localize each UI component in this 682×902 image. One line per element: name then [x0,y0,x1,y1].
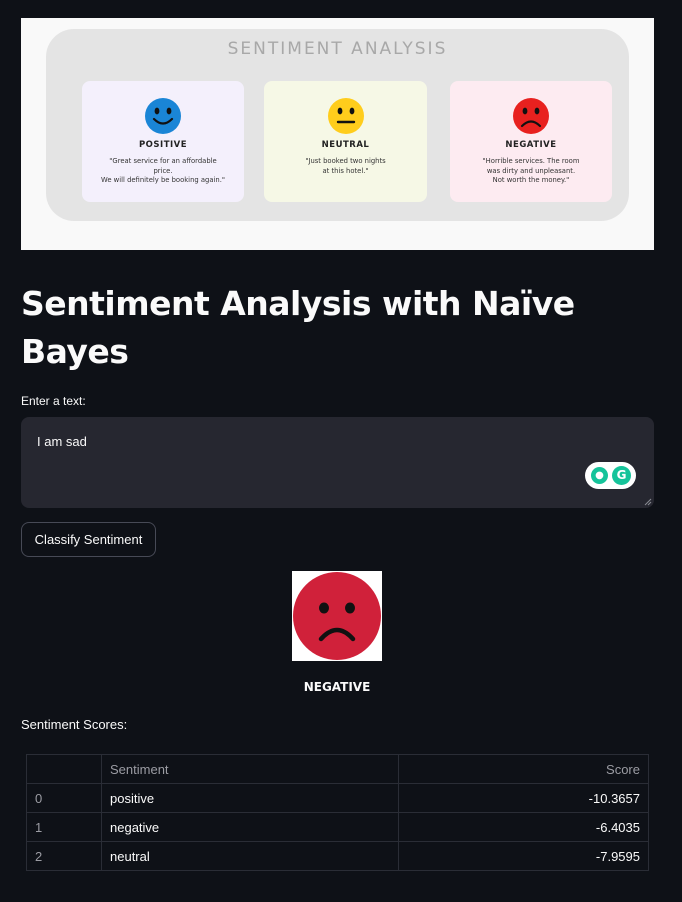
grammarly-logo-icon[interactable]: G [612,466,631,485]
score-column-header[interactable]: Score [398,754,649,784]
negative-card-quote: "Horrible services. The room was dirty a… [460,157,602,186]
quote-line: We will definitely be booking again." [101,176,225,184]
row-index[interactable]: 1 [26,812,102,842]
neutral-card-label: NEUTRAL [321,140,370,150]
row-score[interactable]: -10.3657 [398,783,649,813]
positive-card-quote: "Great service for an affordable price. … [92,157,234,186]
quote-line: Not worth the money." [492,176,570,184]
index-column-header[interactable] [26,754,102,784]
table-row: 1 negative -6.4035 [26,812,649,842]
result-sentiment-image [292,571,382,661]
grammarly-widget[interactable]: ● G [585,462,636,489]
row-sentiment[interactable]: positive [101,783,399,813]
quote-line: "Just booked two nights [305,157,386,165]
quote-line: "Horrible services. The room [482,157,580,165]
row-sentiment[interactable]: neutral [101,841,399,871]
quote-line: was dirty and unpleasant. [486,166,576,175]
positive-card-label: POSITIVE [138,140,188,150]
sentiment-scores-table: Sentiment Score 0 positive -10.3657 1 ne… [26,754,649,871]
table-row: 2 neutral -7.9595 [26,841,649,871]
sentiment-banner-image: SENTIMENT ANALYSIS POSITIVE "Great servi… [21,18,654,250]
neutral-face-icon [327,98,364,134]
negative-card: NEGATIVE "Horrible services. The room wa… [450,81,612,202]
text-input[interactable]: I am sad [21,417,654,508]
negative-card-label: NEGATIVE [505,140,557,150]
table-header-row: Sentiment Score [26,754,649,784]
row-score[interactable]: -7.9595 [398,841,649,871]
row-score[interactable]: -6.4035 [398,812,649,842]
row-index[interactable]: 0 [26,783,102,813]
sad-face-icon [513,98,549,134]
sad-face-icon [293,572,381,660]
text-input-value[interactable]: I am sad [37,434,87,449]
neutral-card: NEUTRAL "Just booked two nights at this … [264,81,427,202]
result-sentiment-label: NEGATIVE [303,680,371,694]
page-title: Sentiment Analysis with Naïve Bayes [21,284,575,371]
lightbulb-icon[interactable]: ● [591,467,608,484]
sentiment-scores-heading: Sentiment Scores: [21,717,128,732]
sentiment-column-header[interactable]: Sentiment [101,754,399,784]
row-index[interactable]: 2 [26,841,102,871]
neutral-card-quote: "Just booked two nights at this hotel." [274,157,417,176]
banner-title: SENTIMENT ANALYSIS [227,39,448,59]
quote-line: price. [153,166,173,175]
quote-line: at this hotel." [322,166,369,175]
classify-sentiment-button[interactable]: Classify Sentiment [21,522,156,557]
quote-line: "Great service for an affordable [109,157,217,165]
positive-card: POSITIVE "Great service for an affordabl… [82,81,244,202]
resize-handle-icon[interactable] [644,498,652,506]
text-input-label: Enter a text: [21,394,86,408]
table-row: 0 positive -10.3657 [26,783,649,813]
happy-face-icon [145,98,181,134]
banner-panel: SENTIMENT ANALYSIS POSITIVE "Great servi… [46,29,629,221]
row-sentiment[interactable]: negative [101,812,399,842]
